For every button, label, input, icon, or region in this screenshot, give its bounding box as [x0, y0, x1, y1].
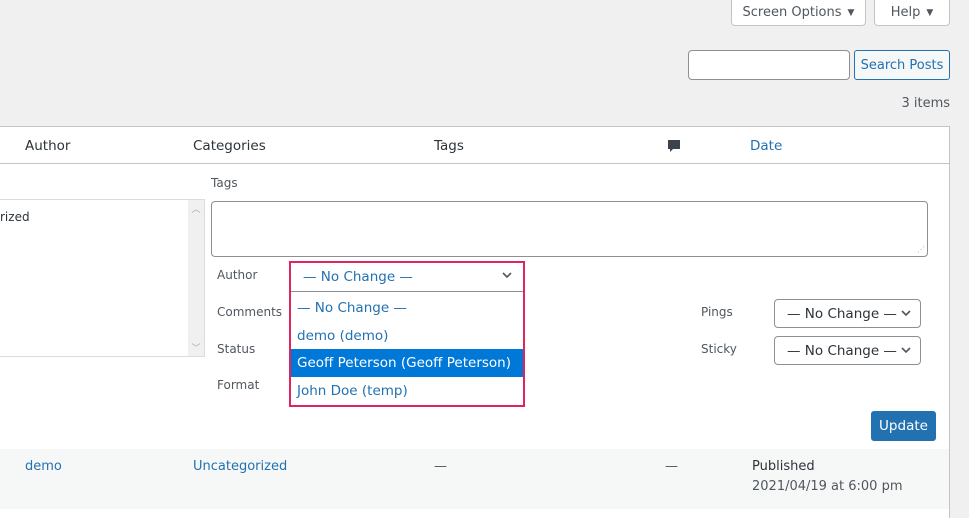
- author-option[interactable]: John Doe (temp): [291, 377, 523, 405]
- column-author: Author: [25, 138, 71, 154]
- chevron-down-icon: [901, 310, 911, 317]
- items-count: 3 items: [901, 96, 950, 111]
- row-category-link[interactable]: Uncategorized: [193, 459, 287, 474]
- posts-table: Author Categories Tags Date Tags rized ︿…: [0, 126, 950, 518]
- scroll-down-icon[interactable]: ﹀: [188, 341, 204, 354]
- table-header: Author Categories Tags Date: [0, 127, 949, 164]
- column-tags: Tags: [434, 138, 464, 154]
- author-label: Author: [217, 268, 258, 282]
- author-select[interactable]: — No Change —: [291, 263, 523, 292]
- categories-checklist[interactable]: rized ︿ ﹀: [0, 199, 205, 357]
- status-label: Status: [217, 342, 256, 356]
- table-row: demo Uncategorized — — Published 2021/04…: [0, 449, 949, 509]
- help-label: Help: [890, 5, 921, 20]
- tags-label: Tags: [211, 176, 238, 190]
- row-date: 2021/04/19 at 6:00 pm: [752, 479, 903, 494]
- screen-options-button[interactable]: Screen Options ▼: [731, 0, 866, 26]
- row-date-status: Published: [752, 459, 815, 474]
- sticky-select[interactable]: — No Change —: [774, 336, 921, 365]
- category-item-text: rized: [0, 210, 30, 224]
- scroll-up-icon[interactable]: ︿: [188, 202, 204, 215]
- author-option[interactable]: demo (demo): [291, 322, 523, 350]
- comments-label: Comments: [217, 305, 283, 319]
- chevron-down-icon: [502, 272, 512, 279]
- author-select-value: — No Change —: [303, 269, 413, 285]
- help-button[interactable]: Help ▼: [874, 0, 950, 26]
- format-label: Format: [217, 378, 260, 392]
- row-author-link[interactable]: demo: [25, 459, 62, 474]
- tags-textarea[interactable]: ⋰: [211, 201, 928, 257]
- pings-select-value: — No Change —: [787, 305, 897, 322]
- comment-bubble-icon[interactable]: [667, 139, 681, 153]
- row-comments: —: [665, 459, 678, 474]
- search-posts-button[interactable]: Search Posts: [854, 50, 950, 80]
- screen-options-label: Screen Options: [742, 5, 842, 20]
- caret-down-icon: ▼: [926, 7, 934, 18]
- update-button[interactable]: Update: [871, 411, 936, 441]
- column-date[interactable]: Date: [750, 138, 782, 154]
- author-option-highlighted[interactable]: Geoff Peterson (Geoff Peterson): [291, 349, 523, 377]
- author-option[interactable]: — No Change —: [291, 294, 523, 322]
- caret-down-icon: ▼: [847, 7, 855, 18]
- row-tags: —: [434, 459, 447, 474]
- resize-grip-icon[interactable]: ⋰: [917, 245, 925, 254]
- sticky-select-value: — No Change —: [787, 342, 897, 359]
- search-input[interactable]: [688, 50, 850, 80]
- column-categories: Categories: [193, 138, 266, 154]
- chevron-down-icon: [901, 347, 911, 354]
- sticky-label: Sticky: [701, 342, 737, 356]
- categories-scrollbar[interactable]: ︿ ﹀: [188, 200, 204, 356]
- pings-label: Pings: [701, 305, 733, 319]
- pings-select[interactable]: — No Change —: [774, 299, 921, 328]
- author-dropdown-list: — No Change — demo (demo) Geoff Peterson…: [291, 292, 523, 405]
